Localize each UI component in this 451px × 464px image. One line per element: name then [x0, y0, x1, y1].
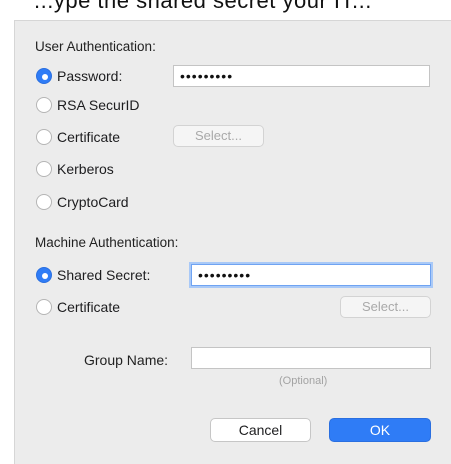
vpn-auth-dialog: User Authentication: Password: •••••••••…	[14, 20, 451, 464]
radio-label: Shared Secret:	[57, 267, 151, 283]
radio-cryptocard[interactable]: CryptoCard	[36, 191, 129, 213]
radio-label: Certificate	[57, 299, 121, 315]
ok-button[interactable]: OK	[329, 418, 431, 442]
group-name-field[interactable]	[191, 347, 431, 369]
header-partial-text: ...ype the shared secret your IT...	[34, 0, 372, 13]
radio-password[interactable]: Password:	[36, 65, 122, 87]
cancel-button[interactable]: Cancel	[210, 418, 311, 442]
radio-label: RSA SecurID	[57, 97, 140, 113]
radio-shared-secret[interactable]: Shared Secret:	[36, 264, 150, 286]
radio-button[interactable]	[36, 194, 52, 210]
password-field[interactable]: •••••••••	[173, 65, 430, 87]
radio-button[interactable]	[36, 97, 52, 113]
radio-button[interactable]	[36, 129, 52, 145]
machine-auth-label: Machine Authentication:	[35, 235, 179, 250]
radio-label: CryptoCard	[57, 194, 129, 210]
radio-machine-certificate[interactable]: Certificate	[36, 296, 120, 318]
user-auth-label: User Authentication:	[35, 39, 156, 54]
radio-button[interactable]	[36, 299, 52, 315]
optional-hint: (Optional)	[279, 375, 328, 387]
radio-button[interactable]	[36, 161, 52, 177]
radio-label: Certificate	[57, 129, 121, 145]
radio-user-certificate[interactable]: Certificate	[36, 126, 120, 148]
user-certificate-select-button[interactable]: Select...	[173, 125, 264, 147]
radio-label: Kerberos	[57, 161, 114, 177]
radio-button[interactable]	[36, 267, 52, 283]
shared-secret-field[interactable]: •••••••••	[191, 264, 431, 286]
radio-rsa-securid[interactable]: RSA SecurID	[36, 94, 139, 116]
group-name-label: Group Name:	[84, 352, 169, 368]
radio-kerberos[interactable]: Kerberos	[36, 158, 114, 180]
machine-certificate-select-button[interactable]: Select...	[340, 296, 431, 318]
radio-button[interactable]	[36, 68, 52, 84]
radio-label: Password:	[57, 68, 123, 84]
